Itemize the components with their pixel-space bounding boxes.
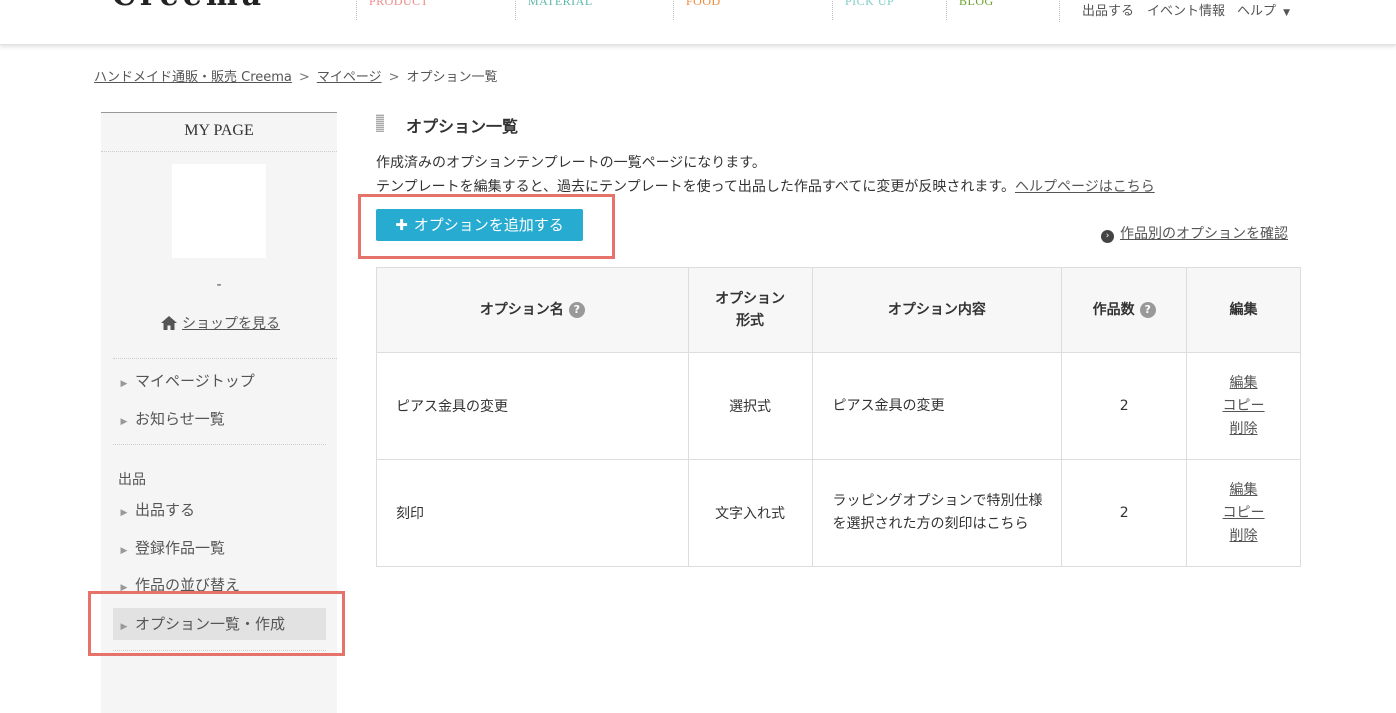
header-help-menu[interactable]: ヘルプ ▼ bbox=[1237, 0, 1290, 19]
shop-name: - bbox=[216, 277, 222, 293]
option-actions: 編集 コピー 削除 bbox=[1186, 459, 1301, 567]
caret-down-icon: ▼ bbox=[1283, 8, 1291, 18]
description-line: 作成済みのオプションテンプレートの一覧ページになります。 bbox=[376, 155, 766, 171]
help-page-link[interactable]: ヘルプページはこちら bbox=[1015, 179, 1155, 195]
delete-link[interactable]: 削除 bbox=[1187, 418, 1300, 441]
check-options-label[interactable]: 作品別のオプションを確認 bbox=[1120, 226, 1288, 242]
header-divider bbox=[1059, 0, 1060, 22]
breadcrumb-mypage-link[interactable]: マイページ bbox=[317, 70, 382, 85]
sidebar-title: MY PAGE bbox=[184, 122, 254, 139]
question-icon[interactable]: ? bbox=[1139, 302, 1156, 318]
sidebar-item-registered-items[interactable]: ▶ 登録作品一覧 bbox=[113, 532, 326, 564]
sidebar-item-notices[interactable]: ▶ お知らせ一覧 bbox=[113, 403, 326, 435]
table-row: ピアス金具の変更 選択式 ピアス金具の変更 2 編集 コピー 削除 bbox=[376, 352, 1301, 460]
sidebar-item-label: 出品する bbox=[135, 501, 196, 519]
arrow-right-icon: ▶ bbox=[120, 546, 128, 556]
page-description: 作成済みのオプションテンプレートの一覧ページになります。 テンプレートを編集する… bbox=[376, 151, 1155, 199]
site-header: Creema PRODUCT MATERIAL FOOD PICK UP BLO… bbox=[0, 0, 1396, 45]
option-content: ピアス金具の変更 bbox=[811, 352, 1063, 460]
header-label: オプション bbox=[715, 291, 786, 307]
edit-link[interactable]: 編集 bbox=[1187, 479, 1300, 502]
header-label: 形式 bbox=[736, 313, 765, 329]
breadcrumb-current: オプション一覧 bbox=[406, 70, 498, 85]
nav-category-food[interactable]: FOOD bbox=[673, 0, 721, 20]
site-logo[interactable]: Creema bbox=[112, 0, 265, 13]
col-header-edit: 編集 bbox=[1186, 267, 1301, 353]
option-name: ピアス金具の変更 bbox=[376, 352, 689, 460]
sidebar-item-label: 登録作品一覧 bbox=[135, 539, 226, 557]
option-name: 刻印 bbox=[376, 459, 689, 567]
sidebar-item-mypage-top[interactable]: ▶ マイページトップ bbox=[113, 365, 326, 397]
option-type: 選択式 bbox=[687, 352, 813, 460]
sidebar-item-sell[interactable]: ▶ 出品する bbox=[113, 494, 326, 526]
sidebar-item-label: お知らせ一覧 bbox=[135, 410, 225, 428]
home-icon bbox=[161, 316, 177, 334]
col-header-name: オプション名? bbox=[376, 267, 689, 353]
header-label: 作品数 bbox=[1092, 302, 1135, 318]
delete-link[interactable]: 削除 bbox=[1187, 525, 1300, 548]
sidebar-item-label: マイページトップ bbox=[135, 372, 255, 390]
highlight-box-sidebar-options bbox=[88, 591, 345, 656]
arrow-right-icon: ▶ bbox=[120, 417, 128, 427]
nav-category-product[interactable]: PRODUCT bbox=[356, 0, 429, 20]
nav-category-pickup[interactable]: PICK UP bbox=[832, 0, 894, 20]
option-actions: 編集 コピー 削除 bbox=[1186, 352, 1301, 460]
breadcrumb-separator: > bbox=[298, 70, 310, 85]
options-table: オプション名? オプション形式 オプション内容 作品数? 編集 ピアス金具の変更… bbox=[376, 267, 1301, 567]
header-help-label: ヘルプ bbox=[1237, 4, 1277, 19]
col-header-count: 作品数? bbox=[1061, 267, 1188, 353]
edit-link[interactable]: 編集 bbox=[1187, 372, 1300, 395]
sidebar-section-listing: 出品 bbox=[118, 472, 146, 488]
copy-link[interactable]: コピー bbox=[1187, 502, 1300, 525]
breadcrumb: ハンドメイド通販・販売 Creema > マイページ > オプション一覧 bbox=[94, 66, 497, 85]
copy-link[interactable]: コピー bbox=[1187, 395, 1300, 418]
divider bbox=[101, 151, 337, 152]
highlight-box-add-button bbox=[358, 194, 615, 259]
option-type: 文字入れ式 bbox=[687, 459, 813, 567]
table-row: 刻印 文字入れ式 ラッピングオプションで特別仕様を選択された方の刻印はこちら 2… bbox=[376, 459, 1301, 567]
shop-avatar[interactable] bbox=[172, 164, 266, 258]
question-icon[interactable]: ? bbox=[568, 302, 585, 318]
page-title: オプション一覧 bbox=[406, 117, 519, 136]
check-options-by-item[interactable]: › 作品別のオプションを確認 bbox=[1101, 223, 1288, 243]
col-header-type: オプション 形式 bbox=[687, 267, 813, 353]
divider bbox=[113, 358, 337, 359]
col-header-content: オプション内容 bbox=[811, 267, 1063, 353]
title-marker bbox=[376, 114, 384, 132]
header-label: オプション名 bbox=[479, 302, 564, 318]
breadcrumb-home-link[interactable]: ハンドメイド通販・販売 Creema bbox=[94, 70, 292, 85]
arrow-right-icon: ▶ bbox=[120, 508, 128, 518]
option-item-count: 2 bbox=[1061, 459, 1188, 567]
description-text: テンプレートを編集すると、過去にテンプレートを使って出品した作品すべてに変更が反… bbox=[376, 179, 1015, 195]
header-sell-link[interactable]: 出品する bbox=[1082, 0, 1134, 19]
table-header-row: オプション名? オプション形式 オプション内容 作品数? 編集 bbox=[376, 267, 1301, 353]
view-shop-label[interactable]: ショップを見る bbox=[182, 316, 280, 332]
view-shop-link[interactable]: ショップを見る bbox=[161, 313, 280, 334]
nav-category-blog[interactable]: BLOG bbox=[946, 0, 994, 20]
breadcrumb-separator: > bbox=[388, 70, 400, 85]
chevron-right-circle-icon: › bbox=[1101, 230, 1114, 243]
arrow-right-icon: ▶ bbox=[120, 379, 128, 389]
option-item-count: 2 bbox=[1061, 352, 1188, 460]
divider bbox=[113, 444, 326, 445]
option-content: ラッピングオプションで特別仕様を選択された方の刻印はこちら bbox=[811, 459, 1063, 567]
header-events-link[interactable]: イベント情報 bbox=[1147, 0, 1225, 19]
nav-category-material[interactable]: MATERIAL bbox=[515, 0, 593, 20]
